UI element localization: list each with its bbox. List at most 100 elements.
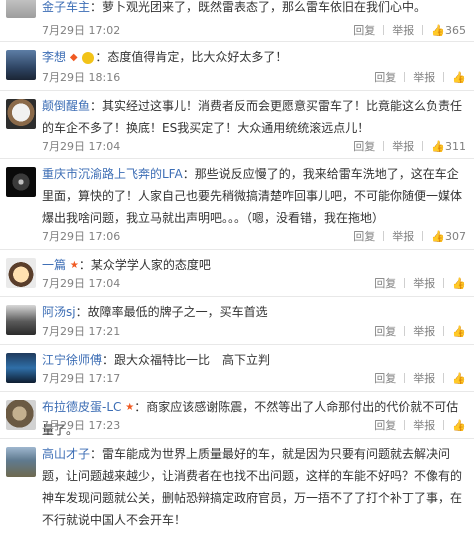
- timestamp: 7月29日 17:17: [42, 372, 121, 385]
- comment-body: ：态度值得肯定，比大众好太多了！: [95, 50, 288, 64]
- comment-body: ：某众学学人家的态度吧: [78, 258, 211, 272]
- comment-actions: 回复 举报 👍: [374, 275, 466, 291]
- comment-item: 高山才子：雷车能成为世界上质量最好的车，就是因为只要有问题就去解决问题，让问题越…: [0, 439, 474, 541]
- like-count: 311: [445, 139, 466, 153]
- avatar[interactable]: [6, 0, 36, 18]
- avatar[interactable]: [6, 167, 36, 197]
- report-button[interactable]: 举报: [413, 69, 435, 85]
- username[interactable]: 高山才子: [42, 447, 90, 461]
- avatar[interactable]: [6, 258, 36, 288]
- comment-text: 重庆市沉渝路上飞奔的LFA：那些说反应慢了的，我来给雷车洗地了，这在车企里面，算…: [42, 163, 466, 229]
- username[interactable]: 颠倒醒鱼: [42, 99, 90, 113]
- like-button[interactable]: 👍311: [431, 140, 466, 153]
- report-button[interactable]: 举报: [413, 323, 435, 339]
- comment-actions: 回复 举报 👍: [374, 323, 466, 339]
- report-button[interactable]: 举报: [413, 417, 435, 433]
- reply-button[interactable]: 回复: [374, 323, 396, 339]
- like-count: 307: [445, 229, 466, 243]
- like-button[interactable]: 👍365: [431, 24, 466, 37]
- report-button[interactable]: 举报: [392, 228, 414, 244]
- avatar[interactable]: [6, 50, 36, 80]
- comment-actions: 回复 举报 👍365: [353, 22, 466, 38]
- comment-actions: 回复 举报 👍: [374, 417, 466, 433]
- comment-text: 金子车主：萝卜观光团来了，既然雷表态了，那么雷车依旧在我们心中。: [42, 0, 466, 18]
- divider: [422, 141, 424, 151]
- timestamp: 7月29日 17:04: [42, 277, 121, 290]
- timestamp: 7月29日 17:04: [42, 140, 121, 153]
- comment-item: 一篇 ★：某众学学人家的态度吧 7月29日 17:04 回复 举报 👍: [0, 250, 474, 297]
- reply-button[interactable]: 回复: [353, 22, 375, 38]
- reply-button[interactable]: 回复: [374, 69, 396, 85]
- report-button[interactable]: 举报: [413, 370, 435, 386]
- comment-item: 金子车主：萝卜观光团来了，既然雷表态了，那么雷车依旧在我们心中。 7月29日 1…: [0, 0, 474, 42]
- divider: [443, 278, 445, 288]
- comment-text: 江宁徐师傅：跟大众福特比一比 高下立判: [42, 349, 466, 371]
- divider: [383, 231, 385, 241]
- divider: [443, 373, 445, 383]
- timestamp: 7月29日 18:16: [42, 71, 121, 84]
- comment-body: ：跟大众福特比一比 高下立判: [102, 353, 271, 367]
- avatar[interactable]: [6, 447, 36, 477]
- divider: [404, 326, 406, 336]
- timestamp: 7月29日 17:02: [42, 24, 121, 37]
- comment-text: 颠倒醒鱼：其实经过这事儿！消费者反而会更愿意买雷车了！比竟能这么负责任的车企不多…: [42, 95, 466, 139]
- vip-star-icon: ★: [125, 401, 135, 413]
- report-button[interactable]: 举报: [413, 275, 435, 291]
- report-button[interactable]: 举报: [392, 138, 414, 154]
- like-button[interactable]: 👍: [452, 372, 466, 385]
- avatar[interactable]: [6, 400, 36, 430]
- thumbs-up-icon: 👍: [452, 371, 466, 385]
- thumbs-up-icon: 👍: [452, 324, 466, 338]
- thumbs-up-icon: 👍: [431, 139, 445, 153]
- vip-badge-icon: ◆: [69, 51, 78, 63]
- divider: [443, 72, 445, 82]
- comment-actions: 回复 举报 👍: [374, 69, 466, 85]
- comment-item: 重庆市沉渝路上飞奔的LFA：那些说反应慢了的，我来给雷车洗地了，这在车企里面，算…: [0, 159, 474, 250]
- username[interactable]: 江宁徐师傅: [42, 353, 102, 367]
- reply-button[interactable]: 回复: [374, 417, 396, 433]
- divider: [404, 278, 406, 288]
- thumbs-up-icon: 👍: [452, 418, 466, 432]
- comment-actions: 回复 举报 👍: [374, 370, 466, 386]
- reply-button[interactable]: 回复: [374, 275, 396, 291]
- comment-actions: 回复 举报 👍311: [353, 138, 466, 154]
- reply-button[interactable]: 回复: [353, 228, 375, 244]
- report-button[interactable]: 举报: [392, 22, 414, 38]
- comment-item: 阿汤sj：故障率最低的牌子之一，买车首选 7月29日 17:21 回复 举报 👍: [0, 297, 474, 345]
- comment-item: 颠倒醒鱼：其实经过这事儿！消费者反而会更愿意买雷车了！比竟能这么负责任的车企不多…: [0, 91, 474, 159]
- divider: [383, 141, 385, 151]
- avatar[interactable]: [6, 353, 36, 383]
- comment-item: 布拉德皮蛋-LC ★：商家应该感谢陈震，不然等出了人命那付出的代价就不可估量了。…: [0, 392, 474, 439]
- divider: [443, 326, 445, 336]
- thumbs-up-icon: 👍: [452, 276, 466, 290]
- divider: [404, 373, 406, 383]
- like-button[interactable]: 👍: [452, 71, 466, 84]
- avatar[interactable]: [6, 99, 36, 129]
- comment-item: 江宁徐师傅：跟大众福特比一比 高下立判 7月29日 17:17 回复 举报 👍: [0, 345, 474, 392]
- divider: [443, 420, 445, 430]
- comment-feed: 金子车主：萝卜观光团来了，既然雷表态了，那么雷车依旧在我们心中。 7月29日 1…: [0, 0, 474, 541]
- like-button[interactable]: 👍307: [431, 230, 466, 243]
- thumbs-up-icon: 👍: [452, 70, 466, 84]
- username[interactable]: 一篇: [42, 258, 66, 272]
- avatar[interactable]: [6, 305, 36, 335]
- comment-text: 高山才子：雷车能成为世界上质量最好的车，就是因为只要有问题就去解决问题，让问题越…: [42, 443, 466, 531]
- like-button[interactable]: 👍: [452, 277, 466, 290]
- comment-body: ：故障率最低的牌子之一，买车首选: [75, 305, 268, 319]
- like-button[interactable]: 👍: [452, 419, 466, 432]
- divider: [404, 420, 406, 430]
- username[interactable]: 李想: [42, 50, 66, 64]
- username[interactable]: 重庆市沉渝路上飞奔的LFA: [42, 167, 183, 181]
- reply-button[interactable]: 回复: [374, 370, 396, 386]
- like-button[interactable]: 👍: [452, 325, 466, 338]
- username[interactable]: 金子车主: [42, 0, 90, 14]
- reply-button[interactable]: 回复: [353, 138, 375, 154]
- username[interactable]: 布拉德皮蛋-LC: [42, 400, 121, 414]
- thumbs-up-icon: 👍: [431, 229, 445, 243]
- timestamp: 7月29日 17:21: [42, 325, 121, 338]
- comment-body: ：其实经过这事儿！消费者反而会更愿意买雷车了！比竟能这么负责任的车企不多了！换底…: [42, 99, 463, 135]
- comment-text: 阿汤sj：故障率最低的牌子之一，买车首选: [42, 301, 466, 323]
- comment-text: 李想 ◆ ：态度值得肯定，比大众好太多了！: [42, 46, 466, 69]
- thumbs-up-icon: 👍: [431, 23, 445, 37]
- username[interactable]: 阿汤sj: [42, 305, 76, 319]
